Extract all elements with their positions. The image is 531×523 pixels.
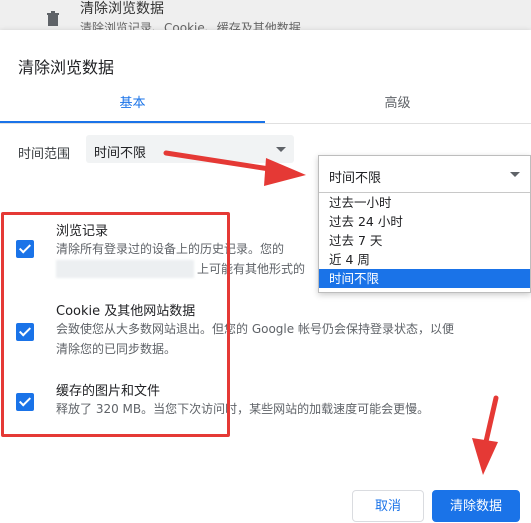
tab-bar: 基本 高级 <box>0 92 531 116</box>
cookies-description-line2: 清除您的已同步数据。 <box>56 342 177 356</box>
background-row-title: 清除浏览数据 <box>80 1 164 17</box>
cookies-description: 会致使您从大多数网站退出。但您的 Google 帐号仍会保持登录状态，以便 <box>56 322 454 336</box>
screen: 清除浏览数据 清除浏览记录、Cookie、缓存及其他数据 清除浏览数据 基本 高… <box>0 0 531 523</box>
clear-data-button[interactable]: 清除数据 <box>432 490 520 522</box>
tabs-divider <box>0 123 531 124</box>
tab-basic[interactable]: 基本 <box>0 92 265 111</box>
dropdown-option-last-4-weeks[interactable]: 近 4 周 <box>319 250 530 269</box>
cache-checkbox[interactable] <box>16 393 34 411</box>
redacted-text <box>56 260 194 278</box>
browsing-history-title: 浏览记录 <box>56 224 109 239</box>
cancel-button[interactable]: 取消 <box>352 490 424 522</box>
dropdown-option-last-24-hours[interactable]: 过去 24 小时 <box>319 212 530 231</box>
time-range-select[interactable]: 时间不限 <box>86 135 294 163</box>
browsing-history-description: 清除所有登录过的设备上的历史记录。您的 <box>56 242 285 256</box>
dropdown-option-all-time[interactable]: 时间不限 <box>319 269 530 288</box>
browsing-history-description-line2: 上可能有其他形式的 <box>197 262 306 276</box>
time-range-value: 时间不限 <box>94 146 147 161</box>
time-range-dropdown: 时间不限 过去一小时 过去 24 小时 过去 7 天 近 4 周 时间不限 <box>318 155 531 293</box>
cache-description: 释放了 320 MB。当您下次访问时，某些网站的加载速度可能会更慢。 <box>56 402 430 416</box>
clear-browsing-data-dialog: 清除浏览数据 基本 高级 时间范围 时间不限 浏览记录 清除所有登录过的设备上的… <box>0 30 531 523</box>
dialog-title: 清除浏览数据 <box>18 58 115 77</box>
dropdown-option-last-7-days[interactable]: 过去 7 天 <box>319 231 530 250</box>
dropdown-current-value[interactable]: 时间不限 <box>319 156 530 193</box>
dropdown-option-last-hour[interactable]: 过去一小时 <box>319 193 530 212</box>
chevron-down-icon <box>276 147 286 152</box>
cache-title: 缓存的图片和文件 <box>56 384 161 399</box>
browsing-history-checkbox[interactable] <box>16 240 34 258</box>
time-range-label: 时间范围 <box>18 147 71 162</box>
tab-advanced[interactable]: 高级 <box>265 92 530 111</box>
cookies-title: Cookie 及其他网站数据 <box>56 304 196 319</box>
cookies-checkbox[interactable] <box>16 323 34 341</box>
dropdown-value: 时间不限 <box>329 171 382 186</box>
trash-icon <box>47 11 59 26</box>
chevron-down-icon <box>510 172 520 177</box>
